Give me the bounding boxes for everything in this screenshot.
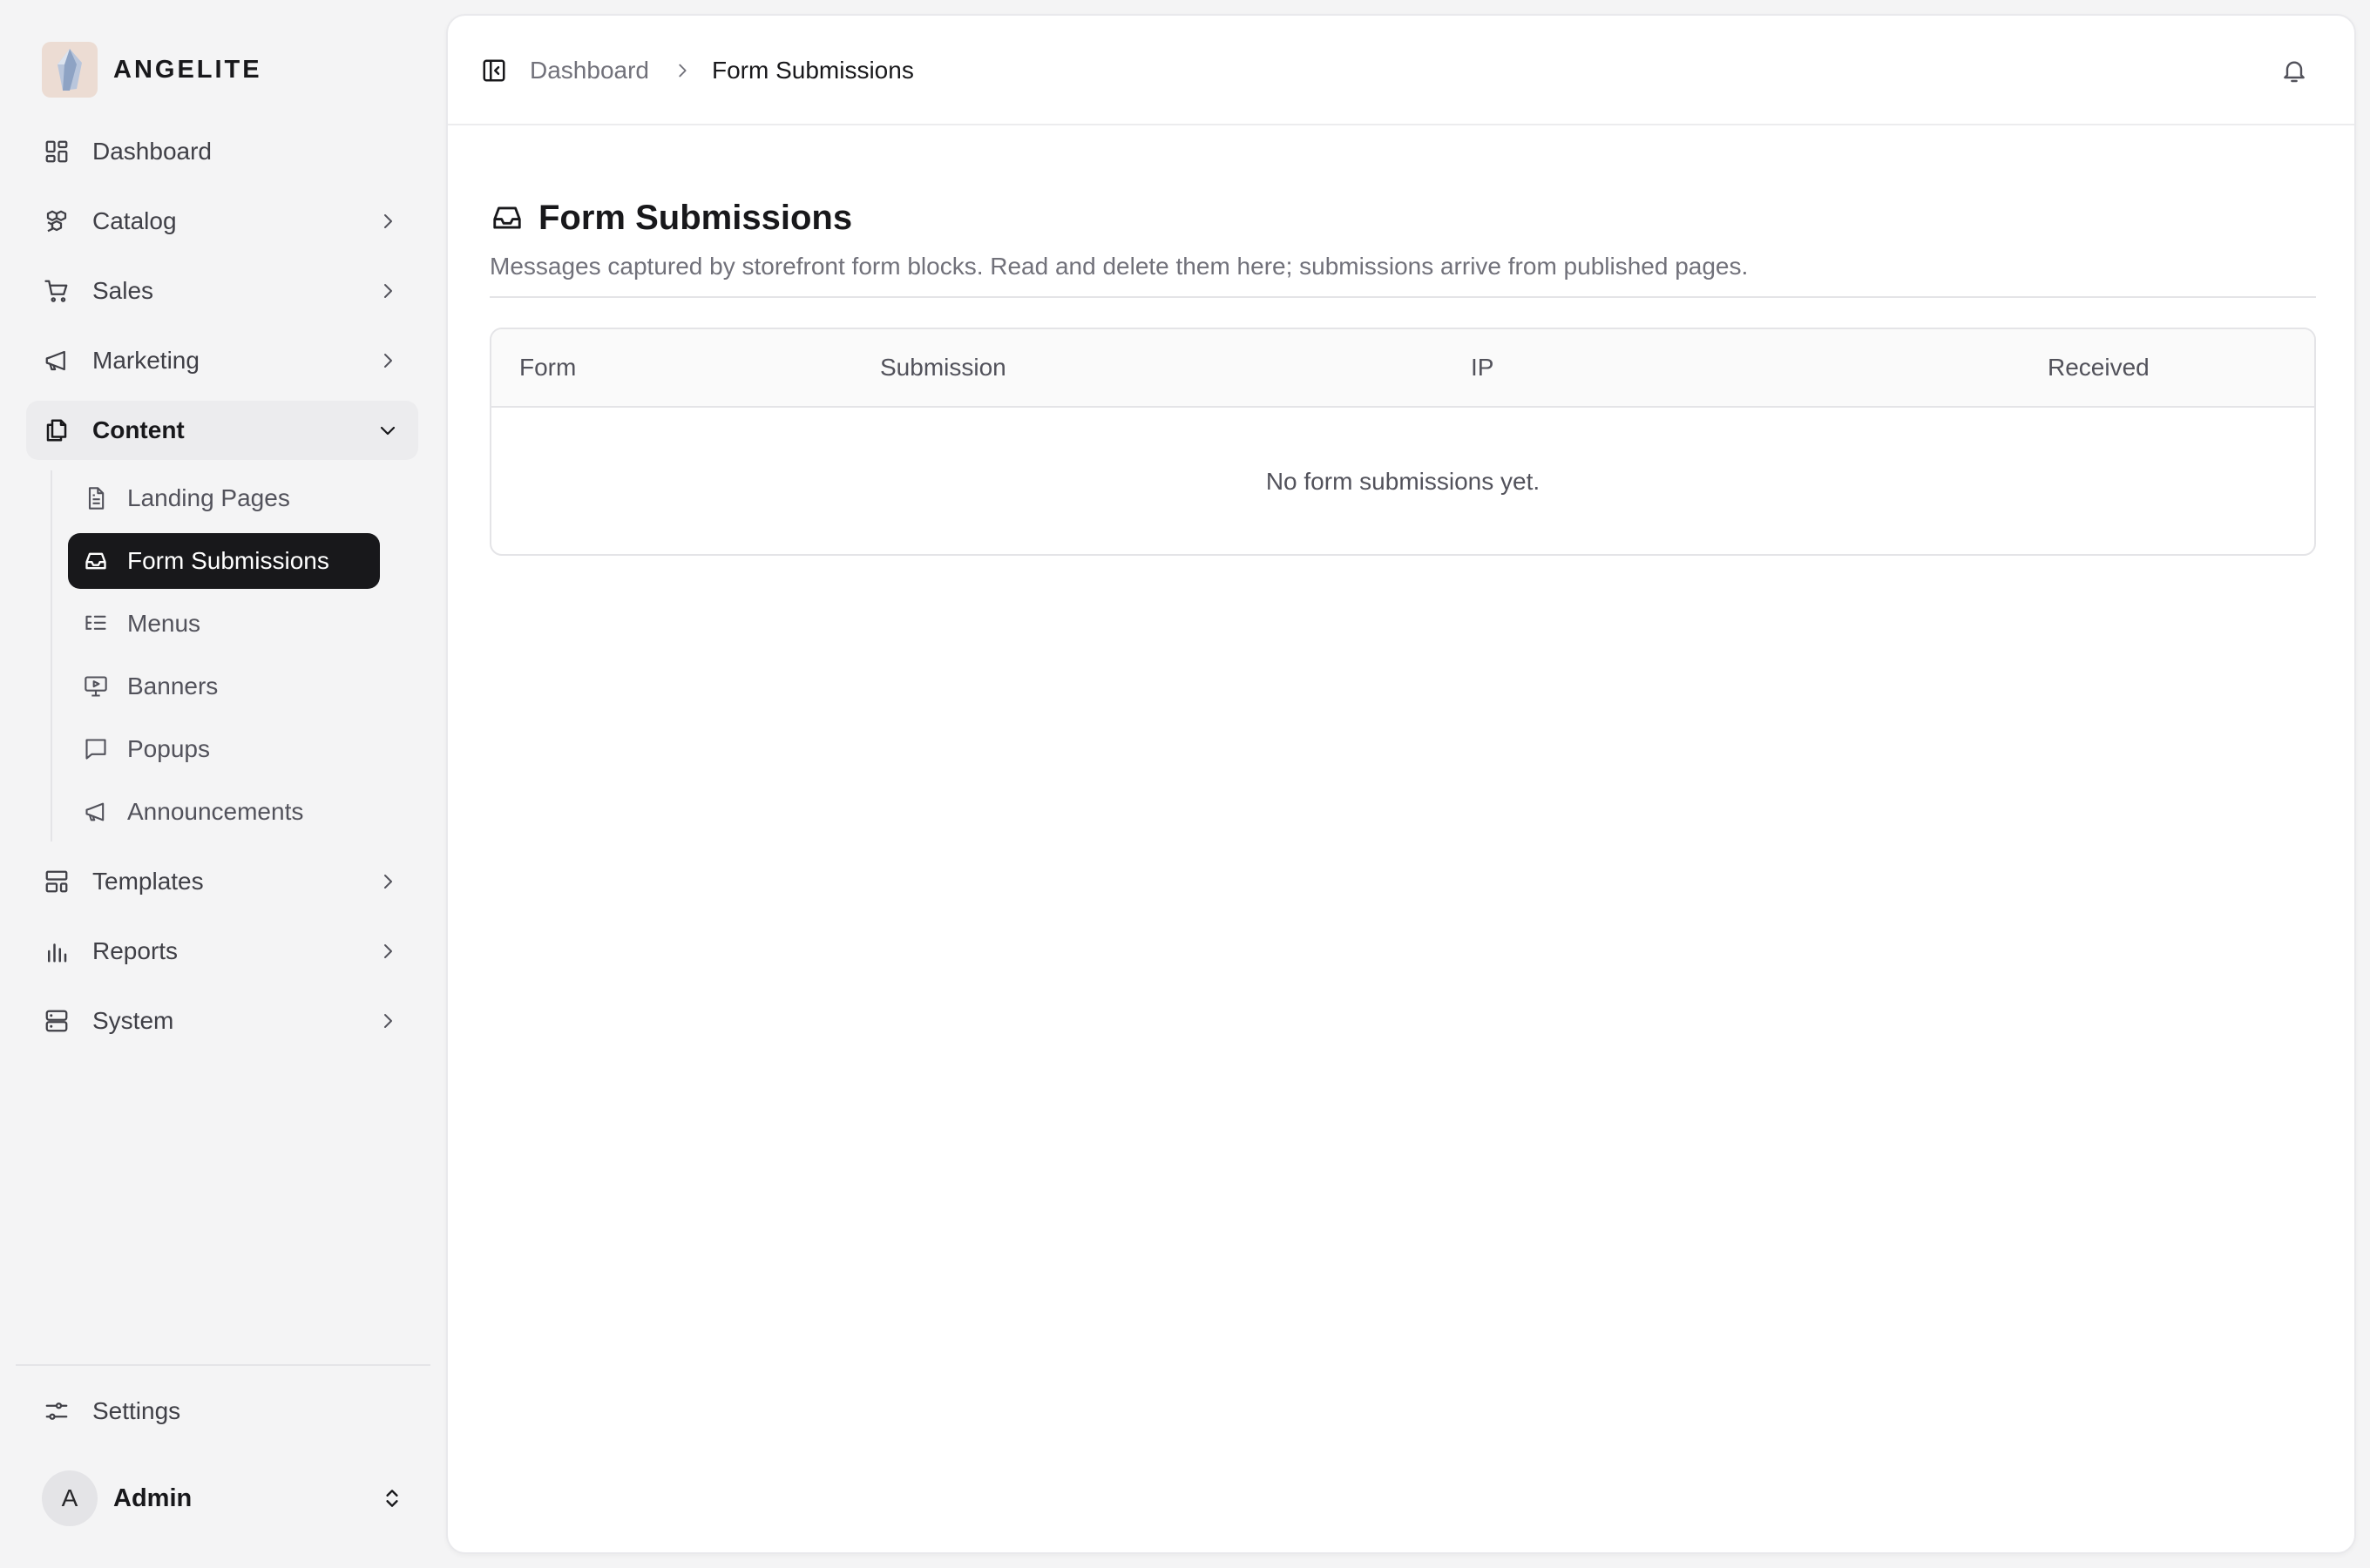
column-header-ip[interactable]: IP [1471, 354, 1493, 382]
user-name: Admin [113, 1484, 193, 1512]
chevron-right-icon [373, 346, 403, 375]
layout-grid-icon [42, 137, 71, 166]
message-square-icon [82, 735, 110, 763]
page-title-row: Form Submissions [490, 193, 2316, 242]
chevron-right-icon [373, 276, 403, 306]
sidebar-item-settings[interactable]: Settings [26, 1382, 418, 1441]
breadcrumb-dashboard-link[interactable]: Dashboard [530, 57, 649, 84]
header-divider [490, 296, 2316, 298]
list-tree-icon [82, 610, 110, 638]
sidebar-subitem-label: Landing Pages [127, 484, 290, 511]
chevron-right-icon [373, 867, 403, 896]
column-header-submission[interactable]: Submission [880, 354, 1006, 382]
sidebar-item-label: Content [92, 416, 185, 443]
page-title: Form Submissions [538, 198, 853, 237]
bell-icon[interactable] [2278, 54, 2311, 87]
sidebar-item-label: Templates [92, 868, 204, 895]
layout-template-icon [42, 867, 71, 896]
table-header: Form Submission IP Received [491, 329, 2314, 408]
sidebar-subitem-banners[interactable]: Banners [68, 659, 380, 714]
file-text-icon [82, 484, 110, 512]
boxes-icon [42, 206, 71, 236]
chevron-right-icon [373, 206, 403, 236]
page-header: Form Submissions Messages captured by st… [490, 193, 2316, 280]
sidebar-item-sales[interactable]: Sales [26, 261, 418, 321]
sidebar-subitem-label: Menus [127, 610, 201, 637]
subnav-guide-line [51, 470, 52, 841]
avatar: A [42, 1470, 98, 1526]
sidebar-subitem-label: Announcements [127, 798, 304, 825]
sidebar-subitem-label: Banners [127, 672, 219, 700]
sidebar-item-system[interactable]: System [26, 991, 418, 1051]
sidebar-item-catalog[interactable]: Catalog [26, 192, 418, 251]
sidebar-item-label: Catalog [92, 207, 177, 234]
sidebar-item-label: Reports [92, 937, 179, 964]
sidebar-item-label: System [92, 1007, 174, 1034]
sidebar-item-content[interactable]: Content [26, 401, 418, 460]
sidebar-divider [16, 1364, 430, 1366]
column-header-form[interactable]: Form [519, 354, 576, 382]
sidebar-item-templates[interactable]: Templates [26, 852, 418, 911]
main-panel: Dashboard Form Submissions Form Submissi… [446, 14, 2356, 1554]
sidebar-subitem-landing-pages[interactable]: Landing Pages [68, 470, 380, 526]
page-description: Messages captured by storefront form blo… [490, 253, 1749, 280]
sidebar-toggle-icon[interactable] [479, 56, 509, 85]
sidebar-item-label: Marketing [92, 347, 200, 374]
brand-logo-icon [42, 42, 98, 98]
brand-name: ANGELITE [113, 55, 262, 84]
sidebar-subitem-label: Popups [127, 735, 210, 762]
presentation-icon [82, 672, 110, 700]
chevrons-up-down-icon[interactable] [376, 1483, 408, 1514]
breadcrumb: Dashboard Form Submissions [530, 54, 914, 87]
megaphone-icon [42, 346, 71, 375]
inbox-icon [490, 200, 525, 235]
sidebar-item-marketing[interactable]: Marketing [26, 331, 418, 390]
sidebar-subitem-label: Form Submissions [127, 547, 329, 574]
table-empty-state: No form submissions yet. [1265, 468, 1540, 495]
brand[interactable]: ANGELITE [42, 42, 262, 98]
chevron-down-icon [373, 416, 403, 445]
cart-icon [42, 276, 71, 306]
sidebar-subitem-menus[interactable]: Menus [68, 596, 380, 652]
sidebar-item-label: Dashboard [92, 138, 212, 165]
bar-chart-icon [42, 936, 71, 966]
files-icon [42, 416, 71, 445]
sidebar-subitem-popups[interactable]: Popups [68, 721, 380, 777]
chevron-right-icon [373, 1006, 403, 1036]
chevron-right-icon [672, 60, 693, 81]
inbox-icon [82, 547, 110, 575]
sliders-icon [42, 1396, 71, 1426]
sidebar-subitem-announcements[interactable]: Announcements [68, 784, 380, 840]
submissions-table: Form Submission IP Received No form subm… [490, 328, 2316, 556]
topbar: Dashboard Form Submissions [448, 16, 2354, 125]
sidebar-item-label: Settings [92, 1397, 181, 1424]
column-header-received[interactable]: Received [2048, 354, 2150, 382]
megaphone-icon [82, 798, 110, 826]
sidebar-item-dashboard[interactable]: Dashboard [26, 122, 418, 181]
chevron-right-icon [373, 936, 403, 966]
sidebar-item-reports[interactable]: Reports [26, 922, 418, 981]
sidebar-item-label: Sales [92, 277, 154, 304]
breadcrumb-current: Form Submissions [711, 57, 914, 84]
sidebar-subitem-form-submissions[interactable]: Form Submissions [68, 533, 380, 589]
server-icon [42, 1006, 71, 1036]
app-root: ANGELITE Dashboard Catalog Sales Marketi… [0, 0, 2370, 1568]
sidebar: ANGELITE Dashboard Catalog Sales Marketi… [0, 0, 444, 1568]
user-menu[interactable]: A Admin [42, 1470, 408, 1526]
